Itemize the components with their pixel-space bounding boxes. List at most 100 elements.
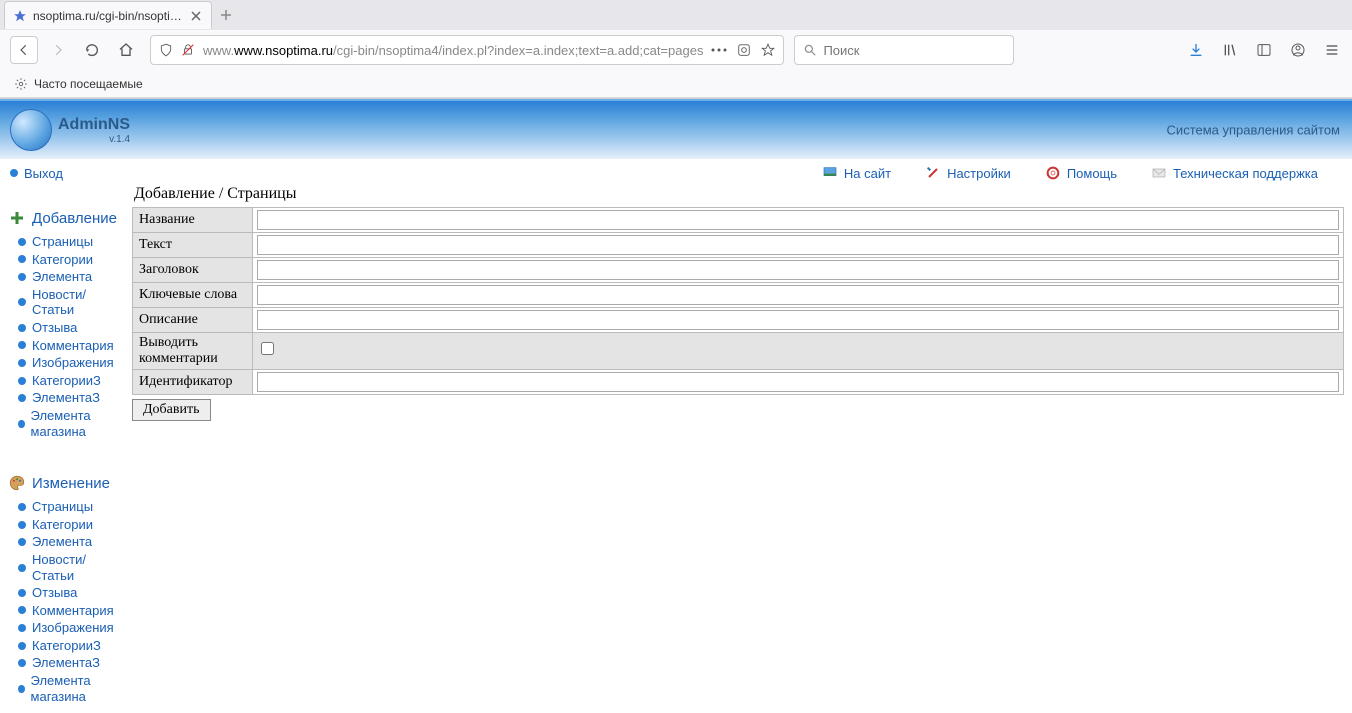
insecure-icon[interactable] xyxy=(181,43,195,57)
back-button[interactable] xyxy=(10,36,38,64)
menu-icon[interactable] xyxy=(1322,40,1342,60)
sidebar-item[interactable]: Страницы xyxy=(8,233,128,251)
sidebar-item[interactable]: Элемента магазина xyxy=(8,672,128,705)
sidebar-item[interactable]: КатегорииЗ xyxy=(8,372,128,390)
toplink-help[interactable]: Помощь xyxy=(1045,165,1117,181)
submit-button[interactable]: Добавить xyxy=(132,399,211,421)
form-table: Название Текст Заголовок Ключевые слова … xyxy=(132,207,1344,395)
sidebar-item[interactable]: Комментария xyxy=(8,602,128,620)
bullet-icon xyxy=(18,685,25,693)
bookmark-star-icon[interactable] xyxy=(761,43,775,57)
forward-button[interactable] xyxy=(44,36,72,64)
sidebar-item-label: Отзыва xyxy=(32,320,77,336)
sidebar-group-edit: Изменение xyxy=(8,474,128,492)
sidebar-group-label: Изменение xyxy=(32,475,110,492)
sidebar-item[interactable]: Элемента xyxy=(8,533,128,551)
label-heading: Заголовок xyxy=(133,258,253,283)
product-version: v.1.4 xyxy=(58,134,130,145)
plus-icon xyxy=(8,209,26,227)
bullet-icon xyxy=(18,298,26,306)
search-bar[interactable] xyxy=(794,35,1014,65)
sidebar-group-label: Добавление xyxy=(32,210,117,227)
sidebar-item-label: Изображения xyxy=(32,620,114,636)
shield-icon[interactable] xyxy=(159,43,173,57)
sidebar-item[interactable]: Комментария xyxy=(8,337,128,355)
sidebar-item-label: Отзыва xyxy=(32,585,77,601)
bullet-icon xyxy=(18,521,26,529)
label-identifier: Идентификатор xyxy=(133,370,253,395)
account-icon[interactable] xyxy=(1288,40,1308,60)
toplink-settings[interactable]: Настройки xyxy=(925,165,1011,181)
library-icon[interactable] xyxy=(1220,40,1240,60)
bullet-icon xyxy=(18,589,26,597)
search-input[interactable] xyxy=(823,43,1005,58)
bullet-icon xyxy=(18,359,26,367)
bookmarks-label[interactable]: Часто посещаемые xyxy=(34,77,143,91)
sidebar-item[interactable]: Категории xyxy=(8,251,128,269)
input-identifier[interactable] xyxy=(257,372,1339,392)
tab-title: nsoptima.ru/cgi-bin/nsoptima xyxy=(33,9,183,23)
downloads-icon[interactable] xyxy=(1186,40,1206,60)
sidebar-item[interactable]: ЭлементаЗ xyxy=(8,654,128,672)
sidebar-item[interactable]: Категории xyxy=(8,516,128,534)
sidebar-item-label: Элемента магазина xyxy=(31,408,128,439)
sidebar-item-label: Новости/Статьи xyxy=(32,287,128,318)
home-button[interactable] xyxy=(112,36,140,64)
new-tab-button[interactable] xyxy=(212,1,240,29)
address-bar[interactable]: www.www.nsoptima.ru/cgi-bin/nsoptima4/in… xyxy=(150,35,784,65)
toplink-label: Настройки xyxy=(947,166,1011,181)
lifebuoy-icon xyxy=(1045,165,1061,181)
bullet-icon xyxy=(18,659,26,667)
sidebar-item-label: ЭлементаЗ xyxy=(32,390,100,406)
sidebar-item[interactable]: Изображения xyxy=(8,619,128,637)
sidebar-item-label: КатегорииЗ xyxy=(32,373,101,389)
bullet-icon xyxy=(18,503,26,511)
sidebar-item-label: Элемента xyxy=(32,534,92,550)
reload-button[interactable] xyxy=(78,36,106,64)
input-keywords[interactable] xyxy=(257,285,1339,305)
page-title: Добавление / Страницы xyxy=(134,185,1344,203)
input-name[interactable] xyxy=(257,210,1339,230)
input-text[interactable] xyxy=(257,235,1339,255)
gear-icon[interactable] xyxy=(14,77,28,91)
sidebar-item-label: Новости/Статьи xyxy=(32,552,128,583)
sidebar-item[interactable]: Новости/Статьи xyxy=(8,286,128,319)
label-description: Описание xyxy=(133,308,253,333)
sidebar-item[interactable]: КатегорииЗ xyxy=(8,637,128,655)
sidebar-item[interactable]: Элемента xyxy=(8,268,128,286)
url-text: www.www.nsoptima.ru/cgi-bin/nsoptima4/in… xyxy=(203,43,703,58)
sidebar-item[interactable]: Новости/Статьи xyxy=(8,551,128,584)
sidebar-item[interactable]: ЭлементаЗ xyxy=(8,389,128,407)
sidebar-item-label: Комментария xyxy=(32,338,114,354)
bullet-icon xyxy=(18,238,26,246)
logo-icon xyxy=(10,109,52,151)
page-actions-icon[interactable] xyxy=(711,48,727,52)
toplink-label: Помощь xyxy=(1067,166,1117,181)
browser-tab[interactable]: nsoptima.ru/cgi-bin/nsoptima xyxy=(4,1,212,29)
envelope-icon xyxy=(1151,165,1167,181)
toplink-label: Техническая поддержка xyxy=(1173,166,1318,181)
bullet-icon xyxy=(18,341,26,349)
sidebar-toggle-icon[interactable] xyxy=(1254,40,1274,60)
sidebar-item-label: КатегорииЗ xyxy=(32,638,101,654)
bullet-icon xyxy=(18,642,26,650)
toplink-site[interactable]: На сайт xyxy=(822,165,891,181)
label-keywords: Ключевые слова xyxy=(133,283,253,308)
sidebar-item[interactable]: Отзыва xyxy=(8,319,128,337)
toplink-support[interactable]: Техническая поддержка xyxy=(1151,165,1318,181)
sidebar-item[interactable]: Страницы xyxy=(8,498,128,516)
logout-link[interactable]: Выход xyxy=(10,166,63,181)
subheader: Выход На сайт Настройки Помощь Техническ… xyxy=(0,159,1352,185)
tab-bar: nsoptima.ru/cgi-bin/nsoptima xyxy=(0,0,1352,30)
sidebar-item-label: Страницы xyxy=(32,499,93,515)
tab-close-icon[interactable] xyxy=(189,9,203,23)
sidebar-item[interactable]: Отзыва xyxy=(8,584,128,602)
sidebar-item[interactable]: Элемента магазина xyxy=(8,407,128,440)
input-heading[interactable] xyxy=(257,260,1339,280)
input-description[interactable] xyxy=(257,310,1339,330)
bullet-icon xyxy=(18,624,26,632)
sidebar-item-label: Страницы xyxy=(32,234,93,250)
tracking-protection-icon[interactable] xyxy=(737,43,751,57)
checkbox-comments[interactable] xyxy=(261,342,274,355)
sidebar-item[interactable]: Изображения xyxy=(8,354,128,372)
